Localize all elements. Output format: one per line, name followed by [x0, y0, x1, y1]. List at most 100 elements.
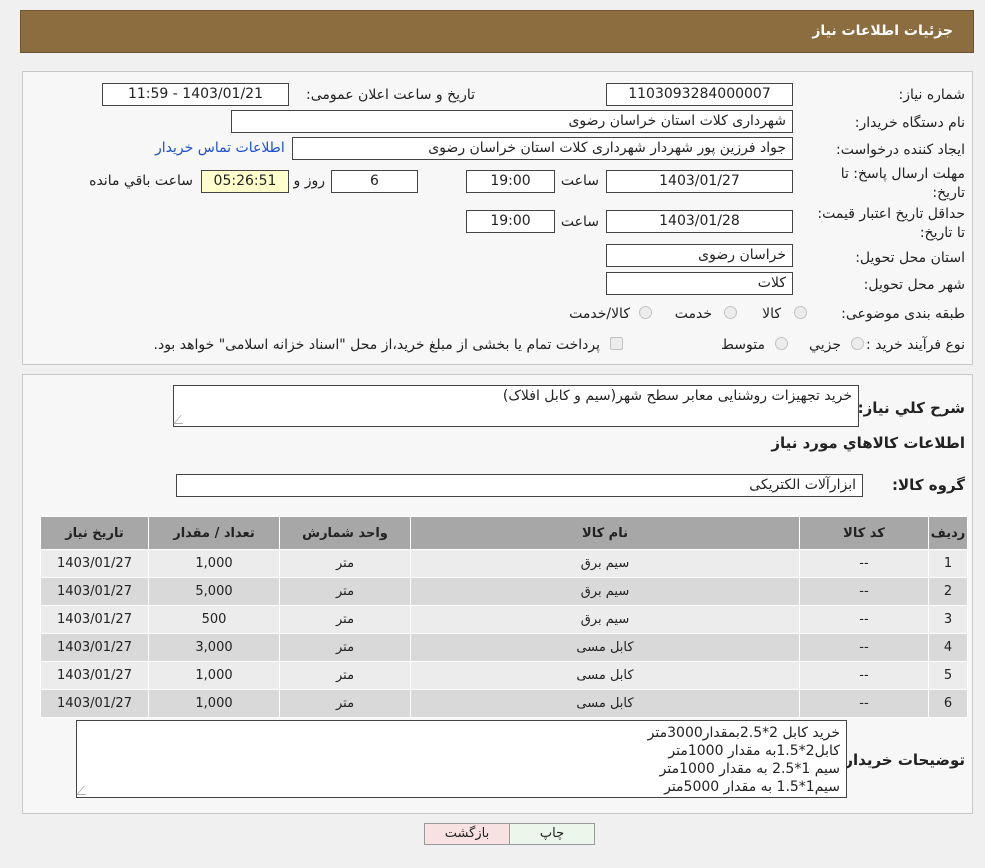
deadline-label: مهلت ارسال پاسخ: تا تاریخ: [815, 165, 965, 203]
goods-group-label: گروه کالا: [892, 476, 965, 494]
cell-row-number: 1 [928, 549, 968, 578]
cell-quantity: 1,000 [148, 689, 280, 718]
category-option-goods: کالا [762, 306, 781, 322]
cell-item-code: -- [799, 633, 929, 662]
table-row: 4 -- کابل مسی متر 3,000 1403/01/27 [40, 633, 968, 662]
table-row: 1 -- سیم برق متر 1,000 1403/01/27 [40, 549, 968, 578]
table-row: 3 -- سیم برق متر 500 1403/01/27 [40, 605, 968, 634]
days-label: روز و [293, 173, 326, 189]
cell-need-date: 1403/01/27 [40, 577, 149, 606]
category-radio-service[interactable] [724, 306, 737, 319]
cell-quantity: 5,000 [148, 577, 280, 606]
cell-item-name: سیم برق [410, 577, 800, 606]
validity-time-field: 19:00 [466, 210, 555, 233]
cell-item-name: سیم برق [410, 549, 800, 578]
cell-unit: متر [279, 549, 411, 578]
goods-info-title: اطلاعات کالاهاي مورد نیاز [771, 434, 965, 452]
creator-label: ایجاد کننده درخواست: [836, 142, 965, 158]
validity-time-label: ساعت [560, 214, 599, 230]
remaining-time-field: 05:26:51 [201, 170, 289, 193]
min-validity-label-text: حداقل تاریخ اعتبار قیمت: تا تاریخ: [817, 206, 965, 241]
table-row: 2 -- سیم برق متر 5,000 1403/01/27 [40, 577, 968, 606]
process-radio-minor[interactable] [851, 337, 864, 350]
cell-item-name: سیم برق [410, 605, 800, 634]
deadline-time-label: ساعت [560, 173, 599, 189]
cell-item-name: کابل مسی [410, 661, 800, 690]
summary-textarea[interactable]: خرید تجهیزات روشنایی معابر سطح شهر(سیم و… [173, 385, 859, 427]
category-radio-goods-service[interactable] [639, 306, 652, 319]
process-radio-medium[interactable] [775, 337, 788, 350]
category-label: طبقه بندی موضوعی: [841, 306, 965, 322]
deadline-label-text: مهلت ارسال پاسخ: تا تاریخ: [840, 166, 965, 201]
goods-table: ردیف کد کالا نام کالا واحد شمارش تعداد /… [40, 516, 968, 718]
need-number-label: شماره نیاز: [898, 87, 966, 103]
back-button[interactable]: بازگشت [424, 823, 510, 845]
summary-label: شرح کلي نیاز: [857, 399, 965, 417]
cell-need-date: 1403/01/27 [40, 633, 149, 662]
cell-item-code: -- [799, 549, 929, 578]
cell-unit: متر [279, 577, 411, 606]
process-label: نوع فرآیند خرید : [866, 337, 965, 353]
creator-field: جواد فرزین پور شهردار شهرداری کلات استان… [292, 137, 793, 160]
cell-quantity: 1,000 [148, 549, 280, 578]
province-label: استان محل تحویل: [855, 250, 965, 266]
resize-handle-icon[interactable] [173, 415, 190, 424]
need-number-field: 1103093284000007 [606, 83, 793, 106]
page-title: جزئیات اطلاعات نیاز [812, 23, 953, 39]
cell-need-date: 1403/01/27 [40, 549, 149, 578]
table-row: 5 -- کابل مسی متر 1,000 1403/01/27 [40, 661, 968, 690]
process-option-minor: جزیي [809, 337, 841, 353]
category-option-service: خدمت [674, 306, 712, 322]
cell-quantity: 3,000 [148, 633, 280, 662]
category-option-goods-service: کالا/خدمت [569, 306, 630, 322]
cell-row-number: 4 [928, 633, 968, 662]
cell-row-number: 2 [928, 577, 968, 606]
payment-checkbox[interactable] [610, 337, 623, 350]
page-header: جزئیات اطلاعات نیاز [20, 10, 974, 53]
cell-unit: متر [279, 689, 411, 718]
goods-group-field: ابزارآلات الکتریکی [176, 474, 863, 497]
cell-unit: متر [279, 661, 411, 690]
cell-item-code: -- [799, 661, 929, 690]
col-qty-header: تعداد / مقدار [148, 516, 280, 550]
cell-row-number: 5 [928, 661, 968, 690]
buyer-org-field: شهرداری کلات استان خراسان رضوی [231, 110, 793, 133]
min-validity-label: حداقل تاریخ اعتبار قیمت: تا تاریخ: [805, 205, 965, 243]
buyer-notes-line: کابل2*1.5به مقدار 1000متر [668, 743, 840, 759]
print-button[interactable]: چاپ [509, 823, 595, 845]
city-label: شهر محل تحویل: [863, 277, 965, 293]
table-row: 6 -- کابل مسی متر 1,000 1403/01/27 [40, 689, 968, 718]
cell-item-code: -- [799, 605, 929, 634]
col-code-header: کد کالا [799, 516, 929, 550]
cell-need-date: 1403/01/27 [40, 605, 149, 634]
days-remaining-field: 6 [331, 170, 418, 193]
cell-quantity: 500 [148, 605, 280, 634]
cell-row-number: 3 [928, 605, 968, 634]
cell-quantity: 1,000 [148, 661, 280, 690]
cell-item-code: -- [799, 577, 929, 606]
validity-date-field: 1403/01/28 [606, 210, 793, 233]
cell-unit: متر [279, 605, 411, 634]
table-header-row: ردیف کد کالا نام کالا واحد شمارش تعداد /… [40, 516, 968, 550]
col-date-header: تاریخ نیاز [40, 516, 149, 550]
buyer-org-label: نام دستگاه خریدار: [854, 115, 965, 131]
cell-need-date: 1403/01/27 [40, 689, 149, 718]
province-field: خراسان رضوی [606, 244, 793, 267]
cell-row-number: 6 [928, 689, 968, 718]
col-row-header: ردیف [928, 516, 968, 550]
cell-item-name: کابل مسی [410, 633, 800, 662]
cell-unit: متر [279, 633, 411, 662]
payment-note: پرداخت تمام یا بخشی از مبلغ خرید،از محل … [153, 337, 600, 353]
cell-item-code: -- [799, 689, 929, 718]
buyer-notes-label: توضیحات خریدار: [838, 751, 965, 769]
buyer-notes-textarea[interactable]: خرید کابل 2*2.5بمقدار3000متر کابل2*1.5به… [76, 720, 847, 798]
summary-text: خرید تجهیزات روشنایی معابر سطح شهر(سیم و… [502, 388, 852, 404]
category-radio-goods[interactable] [794, 306, 807, 319]
cell-need-date: 1403/01/27 [40, 661, 149, 690]
buyer-notes-line: سیم1*1.5 به مقدار 5000متر [664, 779, 840, 795]
process-option-medium: متوسط [721, 337, 765, 353]
col-name-header: نام کالا [410, 516, 800, 550]
deadline-date-field: 1403/01/27 [606, 170, 793, 193]
remaining-time-label: ساعت باقي مانده [89, 173, 193, 189]
buyer-contact-link[interactable]: اطلاعات تماس خریدار [155, 140, 285, 156]
